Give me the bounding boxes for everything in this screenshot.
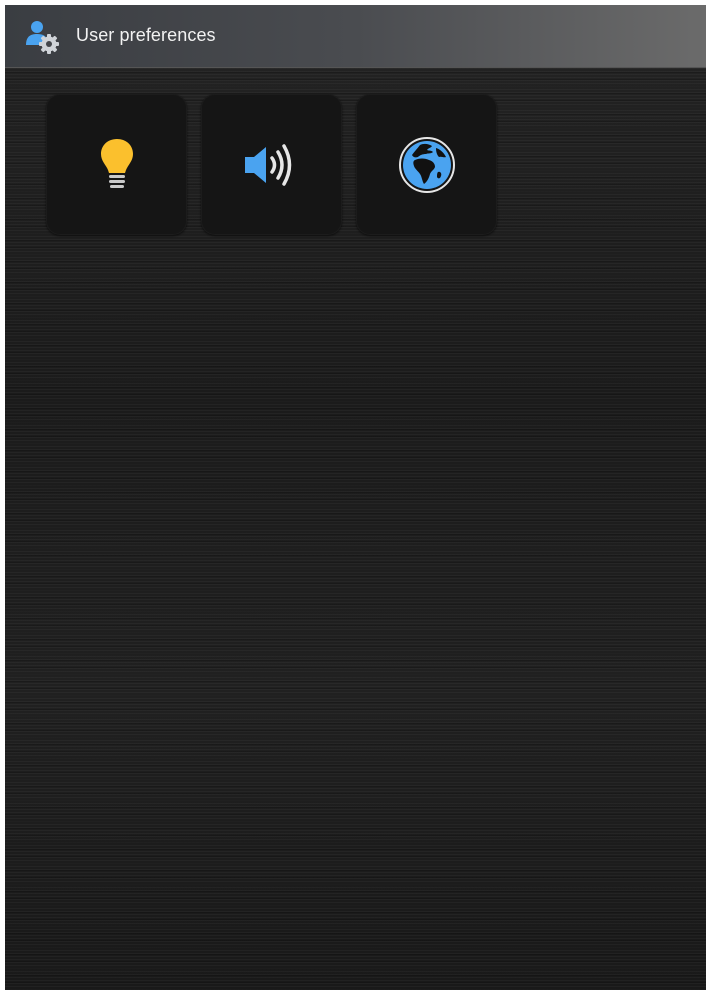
- user-settings-icon: [25, 19, 61, 55]
- app-window: User preferences: [5, 5, 706, 990]
- preference-tiles: [46, 94, 497, 235]
- display-settings-button[interactable]: [46, 94, 187, 235]
- page-title: User preferences: [76, 25, 216, 45]
- globe-icon: [398, 136, 456, 194]
- title-bar: User preferences: [5, 5, 706, 68]
- speaker-volume-icon: [242, 141, 302, 189]
- lightbulb-icon: [97, 137, 137, 193]
- language-settings-button[interactable]: [356, 94, 497, 235]
- sound-settings-button[interactable]: [201, 94, 342, 235]
